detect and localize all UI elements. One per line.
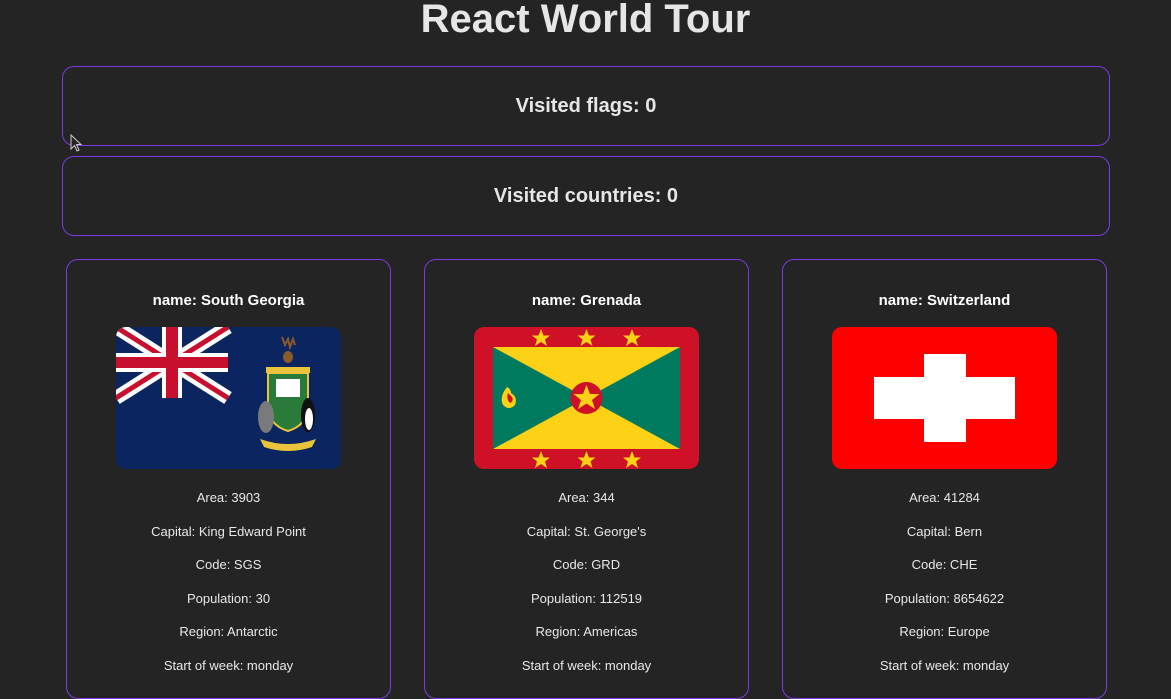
country-details: Area: 344 Capital: St. George's Code: GR… [425, 489, 748, 690]
visited-flags-panel: Visited flags: 0 [62, 66, 1110, 146]
south-georgia-flag-icon[interactable] [116, 327, 341, 469]
grenada-flag-icon[interactable] [474, 327, 699, 469]
country-code: Code: GRD [552, 557, 621, 572]
country-area: Area: 344 [558, 490, 615, 505]
country-start-of-week: Start of week: monday [879, 657, 1010, 673]
country-card-south-georgia[interactable]: name: South Georgia Area: 3903 Capital: … [66, 259, 391, 699]
country-start-of-week: Start of week: monday [521, 657, 652, 673]
country-capital: Capital: Bern [906, 523, 983, 539]
switzerland-flag-icon[interactable] [832, 327, 1057, 469]
country-card-grenada[interactable]: name: Grenada Area: 344 Capital: St. Geo… [424, 259, 749, 699]
country-capital: Capital: King Edward Point [151, 523, 306, 539]
country-area: Area: 41284 [909, 490, 980, 505]
visited-countries-panel: Visited countries: 0 [62, 156, 1110, 236]
country-details: Area: 3903 Capital: King Edward Point Co… [67, 489, 390, 690]
country-card-switzerland[interactable]: name: Switzerland Area: 41284 Capital: B… [782, 259, 1107, 699]
country-population: Population: 112519 [530, 590, 643, 606]
country-start-of-week: Start of week: monday [163, 657, 294, 673]
country-code: Code: CHE [911, 557, 978, 572]
country-name: name: Switzerland [878, 292, 1011, 309]
page-title: React World Tour [420, 0, 751, 41]
country-region: Region: Americas [535, 624, 638, 639]
country-population: Population: 30 [186, 590, 271, 606]
mouse-cursor-icon [70, 133, 83, 157]
country-name: name: Grenada [531, 292, 642, 309]
country-code: Code: SGS [195, 557, 262, 572]
country-capital: Capital: St. George's [526, 523, 647, 539]
visited-countries-count: Visited countries: 0 [493, 184, 679, 207]
country-name: name: South Georgia [152, 292, 305, 309]
country-card-list: name: South Georgia Area: 3903 Capital: … [66, 259, 1107, 699]
country-region: Region: Antarctic [179, 624, 278, 639]
country-region: Region: Europe [899, 624, 990, 639]
visited-flags-count: Visited flags: 0 [515, 94, 657, 117]
country-population: Population: 8654622 [884, 590, 1005, 606]
country-area: Area: 3903 [196, 490, 261, 505]
country-details: Area: 41284 Capital: Bern Code: CHE Popu… [783, 489, 1106, 690]
